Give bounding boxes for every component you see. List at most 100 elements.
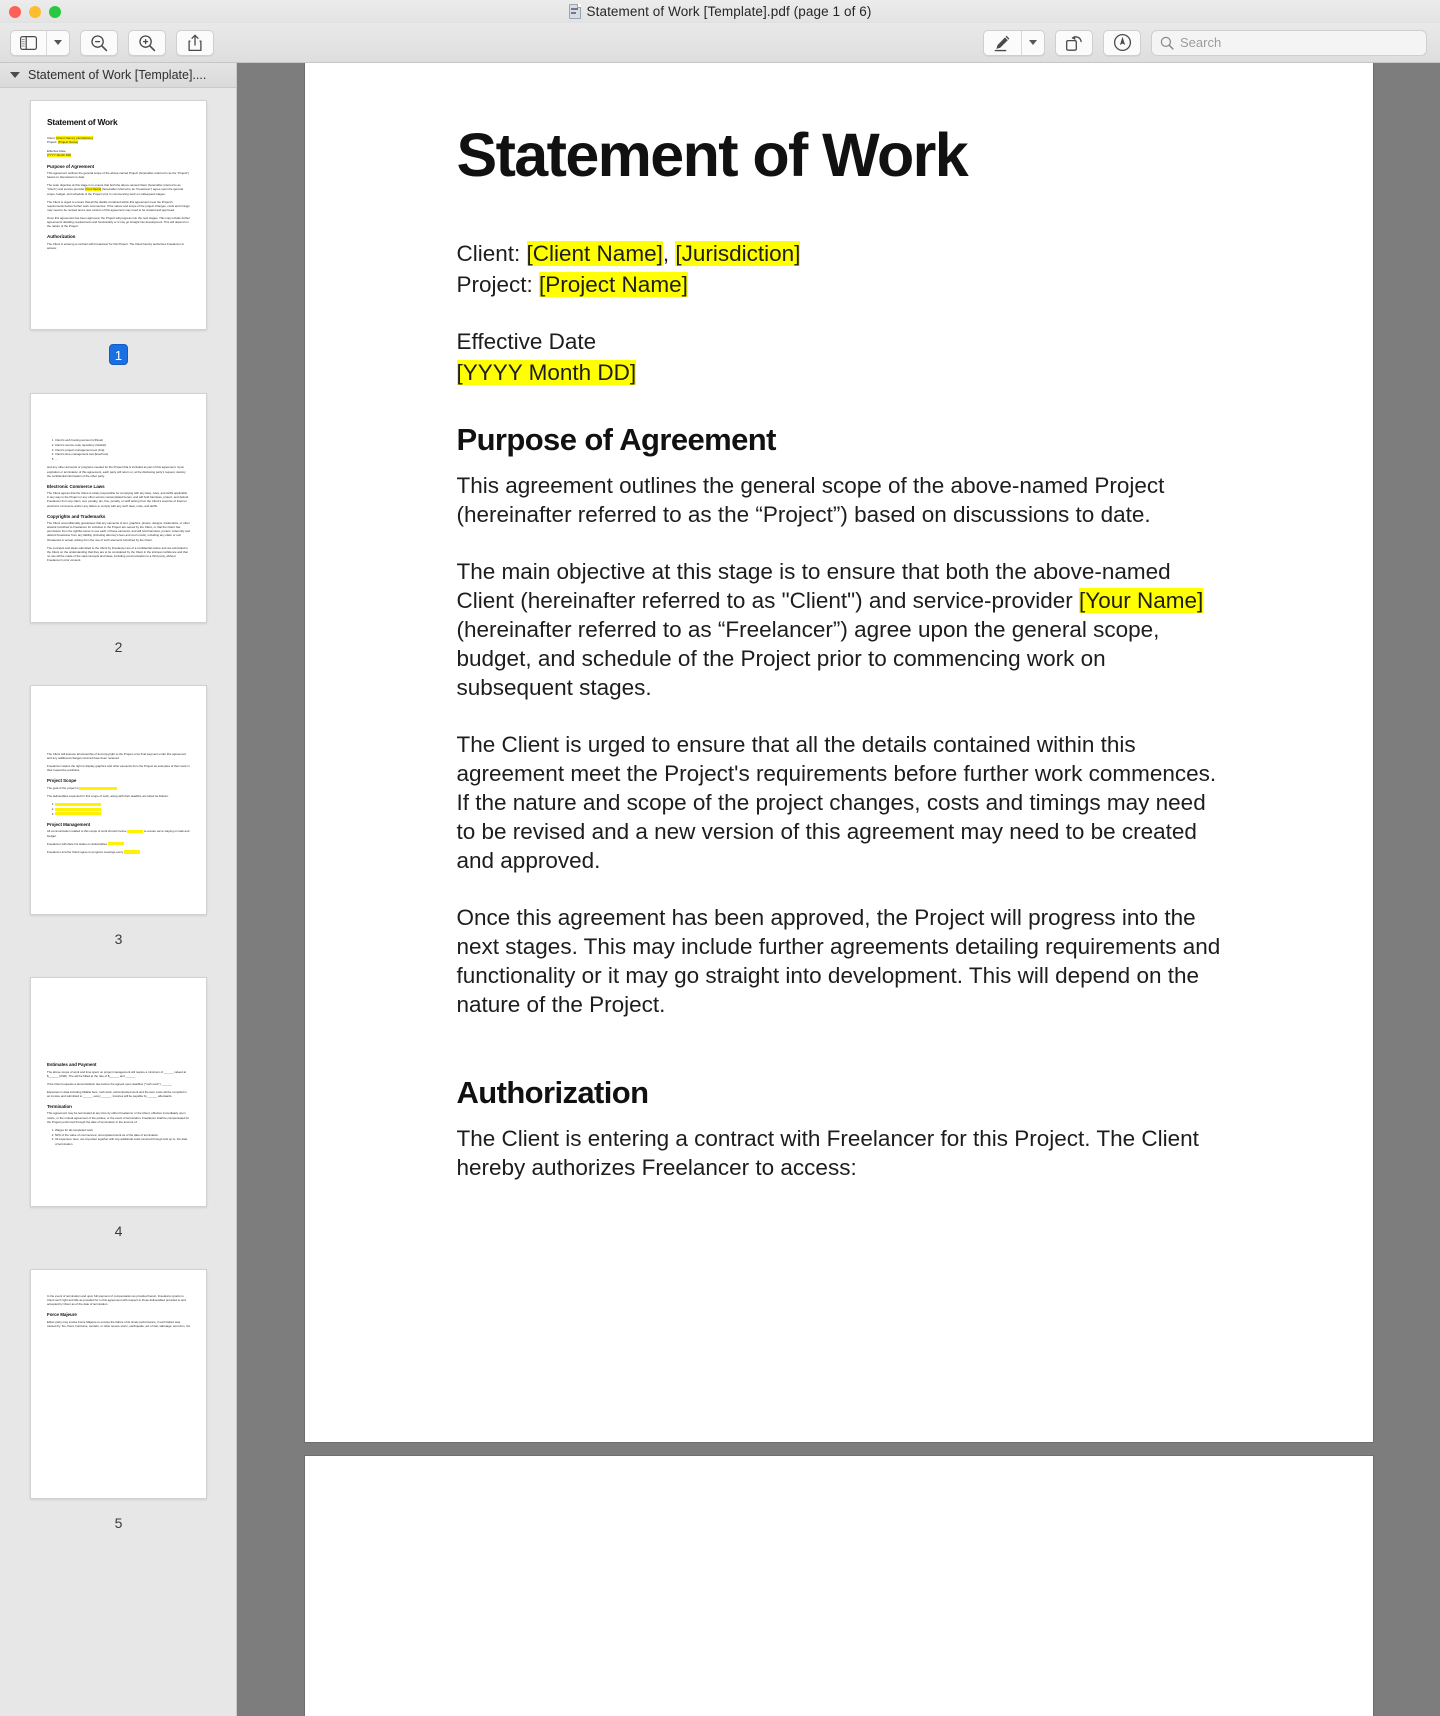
thumbnail-page-content: The Client will assume all ownership of …: [31, 686, 206, 854]
mini-paragraph: The concepts and ideas submitted to the …: [47, 545, 188, 562]
mini-paragraph: In the event of termination and upon ful…: [47, 1294, 186, 1307]
share-button[interactable]: [176, 29, 214, 56]
page-title: Statement of Work: [456, 121, 969, 189]
page-content: Statement of Work Client: [Client Name],…: [305, 123, 1373, 1182]
search-icon: [1160, 36, 1174, 50]
mini-client-value: [Client Name], [Jurisdiction]: [56, 136, 93, 140]
markup-button[interactable]: [983, 29, 1045, 56]
page-thumbnail-5[interactable]: In the event of termination and upon ful…: [30, 1269, 207, 1499]
thumbnail-page-number: 3: [114, 931, 123, 947]
effective-date-label: Effective Date: [456, 329, 597, 355]
mini-paragraph: Freelancer will share his status on deli…: [47, 842, 190, 846]
window-title: Statement of Work [Template].pdf (page 1…: [586, 4, 872, 19]
toolbar-right-group: Search: [983, 29, 1427, 56]
mini-heading: Force Majeure: [47, 1312, 77, 1318]
mini-paragraph: Freelancer retains the right to display …: [47, 764, 190, 773]
paragraph-4: Once this agreement has been approved, t…: [456, 905, 1221, 1018]
page-thumbnail-3[interactable]: The Client will assume all ownership of …: [30, 685, 207, 915]
thumbnail-page-content: In the event of termination and upon ful…: [31, 1270, 206, 1328]
paragraph-5: The Client is entering a contract with F…: [456, 1126, 1199, 1181]
heading-purpose-of-agreement: Purpose of Agreement: [456, 422, 777, 458]
mini-paragraph: The deliverables expected for this scope…: [47, 793, 169, 798]
mini-effective-value: [YYYY Month DD]: [47, 153, 71, 158]
toolbar-left-group: [10, 29, 214, 56]
client-line: Client: [Client Name], [Jurisdiction]: [457, 238, 1225, 269]
mini-paragraph: The Client will assume all ownership of …: [47, 752, 186, 761]
mini-paragraph: If the Client requests a demonstration d…: [47, 1081, 172, 1086]
mini-list-item: Client's web hosting account (cPanel): [55, 438, 190, 442]
zoom-out-button[interactable]: [80, 29, 118, 56]
mini-list-item: [55, 807, 190, 811]
zoom-in-button[interactable]: [128, 29, 166, 56]
thumbnail-list[interactable]: Statement of Work Client: [Client Name],…: [0, 88, 236, 1716]
mini-paragraph: The Client unconditionally guarantees th…: [47, 521, 190, 542]
client-name-value: [Client Name]: [526, 241, 663, 267]
sidebar-header-title: Statement of Work [Template]....: [28, 68, 207, 82]
mini-paragraph: Either party may invoke Force Majeure to…: [47, 1319, 190, 1328]
page-thumbnail-2[interactable]: Client's web hosting account (cPanel) Cl…: [30, 393, 207, 623]
mini-list-item: 50% of the value of commenced, uncomplet…: [55, 1133, 190, 1137]
thumbnail-page-content: Estimates and Payment The above scope of…: [31, 978, 206, 1146]
mini-list-item: Wages for all completed work: [55, 1128, 190, 1132]
mini-paragraph: All communication related to this scope …: [47, 829, 190, 838]
thumbnail-item[interactable]: Estimates and Payment The above scope of…: [0, 977, 236, 1241]
thumbnail-item[interactable]: Statement of Work Client: [Client Name],…: [0, 100, 236, 365]
mini-paragraph: The Client is entering a contract with F…: [47, 241, 184, 250]
mini-list-item: All expenses, fees, out-of-pocket togeth…: [55, 1137, 190, 1146]
thumbnail-sidebar: Statement of Work [Template].... Stateme…: [0, 63, 237, 1716]
sidebar-icon[interactable]: [11, 31, 46, 55]
sidebar-header[interactable]: Statement of Work [Template]....: [0, 63, 236, 88]
your-name-placeholder: [Your Name]: [1079, 588, 1204, 614]
paragraph-3: The Client is urged to ensure that all t…: [456, 732, 1217, 874]
page-separator: [237, 1442, 1440, 1456]
thumbnail-page-number: 5: [114, 1515, 123, 1531]
search-input[interactable]: Search: [1151, 29, 1427, 56]
mini-list-item: ...: [55, 457, 190, 461]
window-title-area: Statement of Work [Template].pdf (page 1…: [0, 0, 1440, 23]
effective-date-value: [YYYY Month DD]: [456, 360, 637, 386]
mini-list-item: [55, 812, 190, 816]
disclosure-triangle-icon[interactable]: [10, 72, 20, 78]
toolbar: Search: [0, 23, 1440, 63]
mini-paragraph: The Client agrees that the Client is sol…: [47, 491, 189, 508]
paragraph-1: This agreement outlines the general scop…: [456, 473, 1165, 528]
page-thumbnail-1[interactable]: Statement of Work Client: [Client Name],…: [30, 100, 207, 330]
mini-paragraph: The Client is urged to ensure that all t…: [47, 199, 190, 212]
mini-heading: Electronic Commerce Laws: [47, 483, 105, 489]
document-viewport[interactable]: Statement of Work Client: [Client Name],…: [237, 63, 1440, 1716]
rotate-button[interactable]: [1055, 29, 1093, 56]
jurisdiction-value: [Jurisdiction]: [675, 241, 801, 267]
chevron-down-icon[interactable]: [1021, 30, 1044, 55]
mini-heading: Estimates and Payment: [47, 1062, 97, 1067]
thumbnail-page-number: 4: [114, 1223, 123, 1239]
thumbnail-page-number: 2: [114, 639, 123, 655]
thumbnail-item[interactable]: The Client will assume all ownership of …: [0, 685, 236, 949]
thumbnail-item[interactable]: In the event of termination and upon ful…: [0, 1269, 236, 1533]
mini-paragraph: Once this agreement has been approved, t…: [47, 215, 190, 229]
mini-list-item: Client's time management tool (Everhour): [55, 452, 190, 456]
page-thumbnail-4[interactable]: Estimates and Payment The above scope of…: [30, 977, 207, 1207]
sidebar-toggle-button[interactable]: [10, 29, 70, 56]
thumbnail-item[interactable]: Client's web hosting account (cPanel) Cl…: [0, 393, 236, 657]
mini-paragraph: and any other accounts or programs neede…: [47, 465, 186, 478]
mini-paragraph: The main objective at this stage is to e…: [47, 183, 183, 196]
chevron-down-icon[interactable]: [46, 30, 69, 55]
mini-paragraph: The goal of the project is: [47, 786, 190, 790]
pen-icon[interactable]: [984, 31, 1021, 55]
document-page-2: [304, 1456, 1373, 1716]
mini-heading-authorization: Authorization: [47, 234, 76, 240]
annotate-button[interactable]: [1103, 29, 1141, 56]
pdf-document-icon: [568, 4, 581, 19]
mini-paragraph: This agreement outlines the general scop…: [47, 171, 190, 180]
project-label: Project:: [456, 272, 540, 298]
mini-ordered-list: Client's web hosting account (cPanel) Cl…: [55, 438, 190, 461]
mini-paragraph: This agreement may be terminated at any …: [47, 1111, 190, 1124]
mini-paragraph: The above scope of work and time spent o…: [47, 1069, 186, 1078]
mini-heading: Project Management: [47, 821, 91, 827]
mini-list-item: [55, 802, 190, 806]
mini-heading-purpose: Purpose of Agreement: [47, 163, 95, 169]
